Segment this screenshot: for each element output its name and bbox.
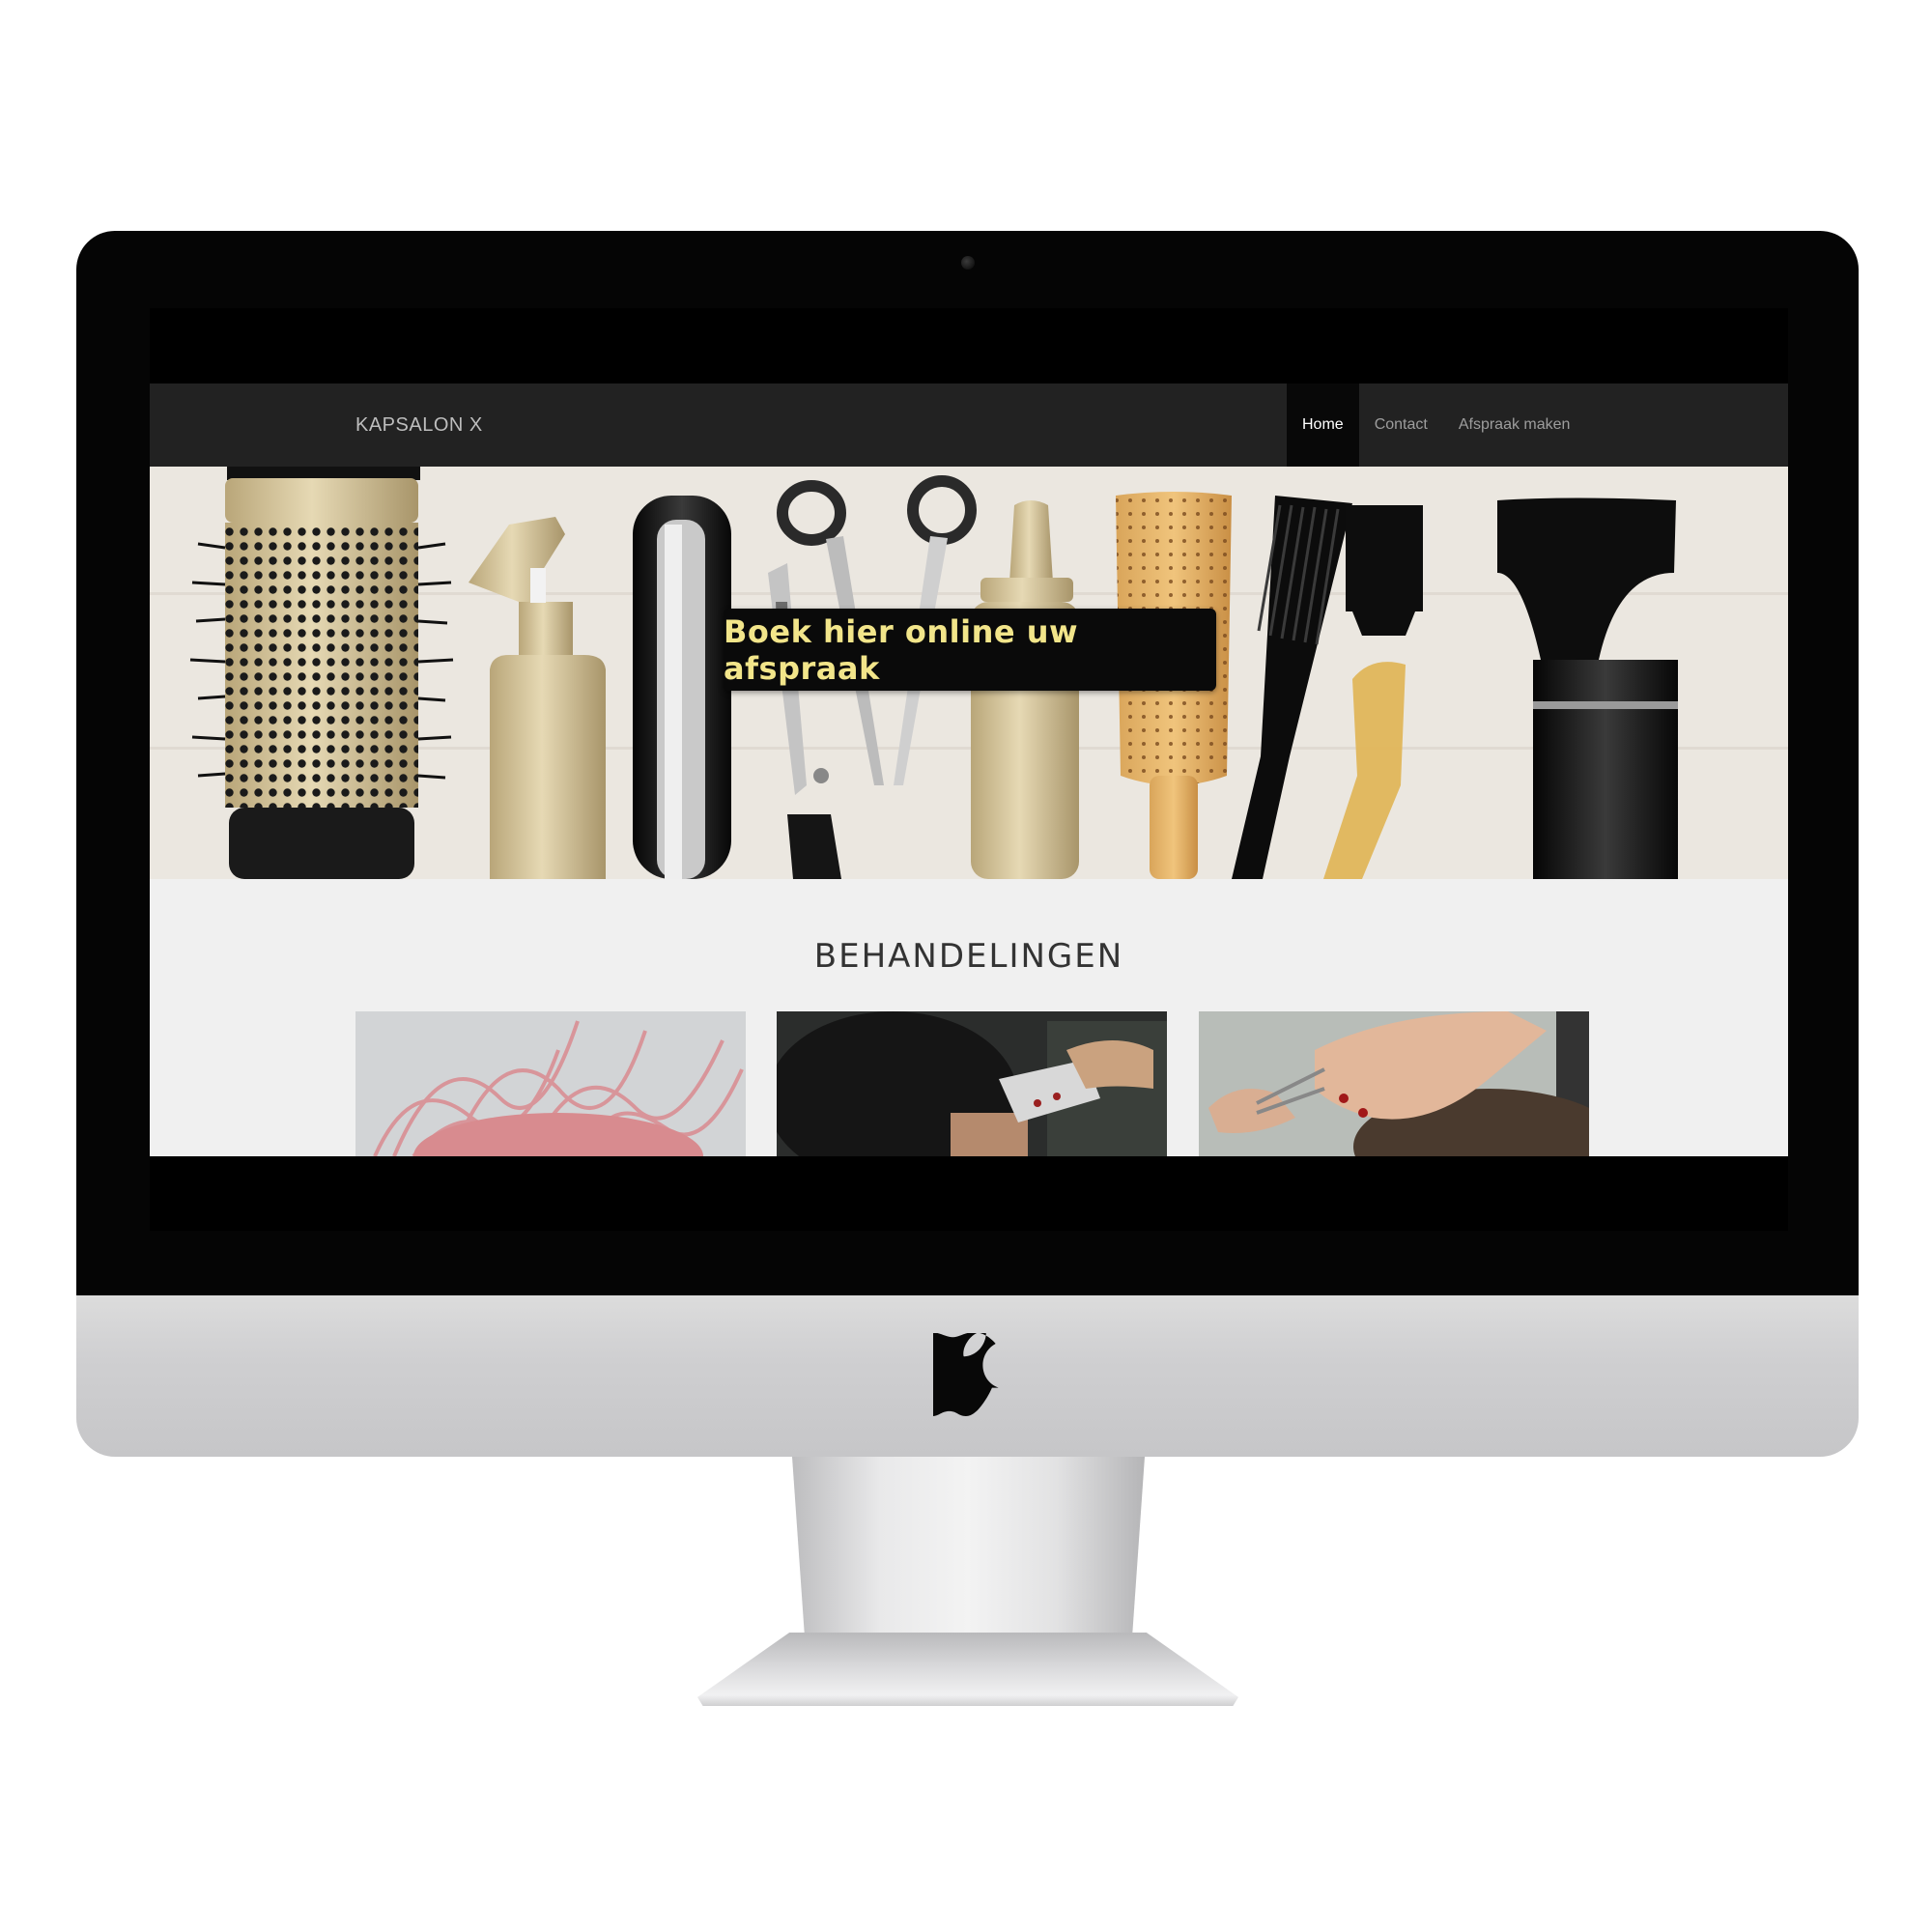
monitor-stand-base	[697, 1633, 1238, 1706]
hero-banner: Boek hier online uw afspraak	[150, 467, 1788, 879]
book-appointment-button[interactable]: Boek hier online uw afspraak	[724, 609, 1216, 691]
treatment-card-clipper-cut[interactable]	[777, 1011, 1167, 1156]
nav-menu: Home Contact Afspraak maken	[1287, 384, 1585, 467]
apple-logo	[933, 1333, 999, 1416]
treatments-section: BEHANDELINGEN	[150, 879, 1788, 1156]
pink-hair-image	[355, 1011, 746, 1156]
treatment-card-coloring[interactable]	[355, 1011, 746, 1156]
screen-bottom-area	[150, 1156, 1788, 1231]
section-title: BEHANDELINGEN	[813, 937, 1124, 976]
camera-icon	[961, 256, 975, 270]
nav-item-home[interactable]: Home	[1287, 384, 1359, 467]
monitor-stand-neck	[792, 1457, 1145, 1660]
nav-item-afspraak-maken[interactable]: Afspraak maken	[1443, 384, 1586, 467]
navbar: KAPSALON X Home Contact Afspraak maken	[150, 384, 1788, 467]
barber-clipper-image	[777, 1011, 1167, 1156]
browser-viewport: KAPSALON X Home Contact Afspraak maken B…	[150, 308, 1788, 1231]
nav-item-contact[interactable]: Contact	[1359, 384, 1443, 467]
scissor-cut-image	[1199, 1011, 1589, 1156]
treatment-card-scissor-cut[interactable]	[1199, 1011, 1589, 1156]
brand-logo-text[interactable]: KAPSALON X	[355, 384, 483, 467]
